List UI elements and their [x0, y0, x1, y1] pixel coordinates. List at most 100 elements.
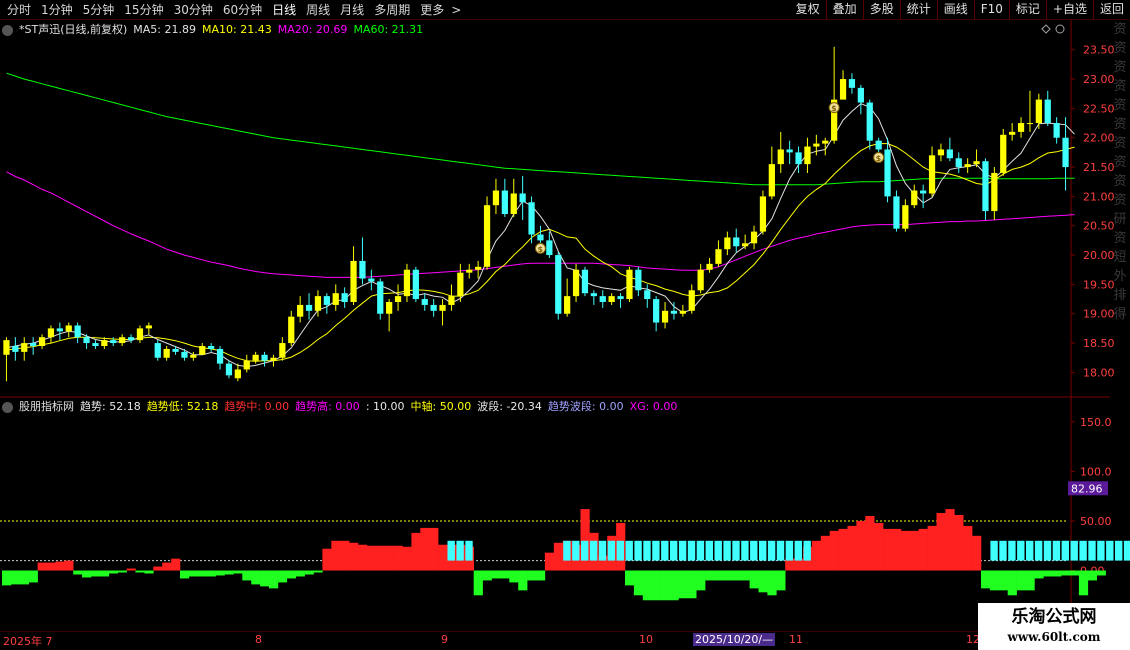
candle-body	[688, 290, 695, 311]
indicator-bar	[981, 570, 991, 589]
indicator-bar	[438, 544, 448, 571]
side-tab-1[interactable]: 资	[1110, 39, 1130, 58]
indicator-bar	[945, 509, 955, 571]
indicator-bar	[865, 516, 875, 571]
indicator-cyan-bar	[1017, 540, 1025, 561]
indicator-cyan-bar	[999, 540, 1007, 561]
candle-body	[136, 328, 144, 341]
indicator-bar	[2, 570, 12, 586]
indicator-name[interactable]: 股朋指标网	[19, 398, 74, 414]
candle-body	[644, 290, 651, 300]
side-tab-4[interactable]: 资	[1110, 96, 1130, 115]
watermark-url: www.60lt.com	[1007, 630, 1101, 644]
candle-body	[3, 340, 10, 355]
candle-body	[386, 302, 393, 314]
side-tab-3[interactable]: 资	[1110, 77, 1130, 96]
side-tab-6[interactable]: 资	[1110, 134, 1130, 153]
indicator-bar	[233, 570, 243, 574]
indicator-bar	[838, 528, 848, 571]
indicator-bar	[358, 544, 368, 571]
candle-body	[439, 304, 446, 311]
candle-body	[715, 249, 722, 264]
indicator-bar	[19, 570, 29, 585]
kline-chart[interactable]: 23.5023.0022.5022.0021.5021.0020.5020.00…	[0, 0, 1130, 650]
candle-body	[599, 296, 606, 302]
indicator-cyan-bar	[447, 540, 455, 561]
indicator-cyan-bar	[1088, 540, 1096, 561]
side-tab-15[interactable]: 得	[1110, 305, 1130, 324]
indicator-cyan-bar	[465, 540, 473, 561]
candle-body	[537, 234, 544, 241]
ma-legend-item-2: MA20: 20.69	[277, 22, 348, 36]
candle-body	[822, 140, 829, 144]
candle-body	[608, 296, 615, 302]
side-tab-13[interactable]: 外	[1110, 267, 1130, 286]
side-tab-9[interactable]: 资	[1110, 191, 1130, 210]
side-tab-8[interactable]: 资	[1110, 172, 1130, 191]
candle-body	[208, 346, 215, 349]
indicator-bar	[749, 570, 759, 589]
indicator-bar	[1078, 570, 1089, 596]
candle-body	[288, 316, 295, 344]
side-tab-5[interactable]: 资	[1110, 115, 1130, 134]
indicator-bar	[340, 540, 350, 571]
indicator-cyan-bar	[1123, 540, 1130, 561]
indicator-bar	[322, 548, 332, 571]
indicator-bar	[687, 570, 697, 599]
indicator-bar	[1061, 570, 1071, 576]
indicator-bar	[37, 562, 47, 571]
candle-body	[510, 193, 517, 214]
indicator-bar	[313, 570, 323, 573]
candle-body	[991, 172, 998, 212]
candle-body	[742, 243, 749, 247]
candle-body	[421, 299, 428, 305]
collapse-icon[interactable]	[2, 401, 13, 413]
side-tab-10[interactable]: 研	[1110, 210, 1130, 229]
side-tab-11[interactable]: 资	[1110, 229, 1130, 248]
indicator-cyan-bar	[1052, 540, 1061, 561]
circle-icon[interactable]	[1055, 24, 1065, 34]
ma60-line	[6, 72, 1075, 186]
candle-body	[1053, 123, 1060, 138]
side-tab-12[interactable]: 短	[1110, 248, 1130, 267]
indicator-legend-item-3: 趋势高: 0.00	[295, 400, 360, 413]
candle-body	[332, 293, 339, 305]
indicator-bar	[705, 570, 715, 581]
candle-body	[973, 161, 980, 165]
indicator-bar	[660, 570, 670, 601]
candle-body	[706, 263, 713, 270]
candle-body	[501, 190, 508, 214]
indicator-bar	[126, 568, 136, 571]
candle-body	[724, 237, 731, 250]
indicator-bar	[1043, 570, 1053, 577]
candle-body	[590, 293, 597, 297]
ma-legend-item-1: MA10: 21.43	[202, 22, 272, 36]
indicator-bar	[500, 570, 510, 579]
candle-body	[920, 190, 927, 194]
indicator-bar	[544, 552, 555, 571]
indicator-cyan-bar	[1097, 540, 1105, 561]
indicator-cyan-bar	[714, 540, 722, 561]
indicator-bar	[856, 520, 866, 571]
collapse-icon[interactable]	[2, 24, 13, 36]
candle-body	[38, 337, 46, 346]
indicator-bar	[171, 558, 181, 571]
side-tab-2[interactable]: 资	[1110, 58, 1130, 77]
date-label-2: 9	[441, 633, 448, 646]
side-tab-7[interactable]: 资	[1110, 153, 1130, 172]
side-tab-14[interactable]: 排	[1110, 286, 1130, 305]
date-label-4: 2025/10/20/—	[693, 633, 776, 646]
candle-body	[181, 351, 188, 358]
indicator-bar	[46, 562, 56, 571]
side-tab-0[interactable]: 资	[1110, 20, 1130, 39]
indicator-bar	[527, 570, 537, 581]
indicator-bar	[153, 566, 163, 571]
indicator-bar	[260, 570, 270, 587]
diamond-icon[interactable]	[1041, 24, 1051, 34]
indicator-bar	[304, 570, 314, 575]
indicator-bar	[28, 570, 38, 583]
indicator-cyan-bar	[705, 540, 713, 561]
candle-body	[270, 357, 277, 361]
candle-body	[314, 296, 322, 311]
candle-body	[564, 296, 571, 314]
